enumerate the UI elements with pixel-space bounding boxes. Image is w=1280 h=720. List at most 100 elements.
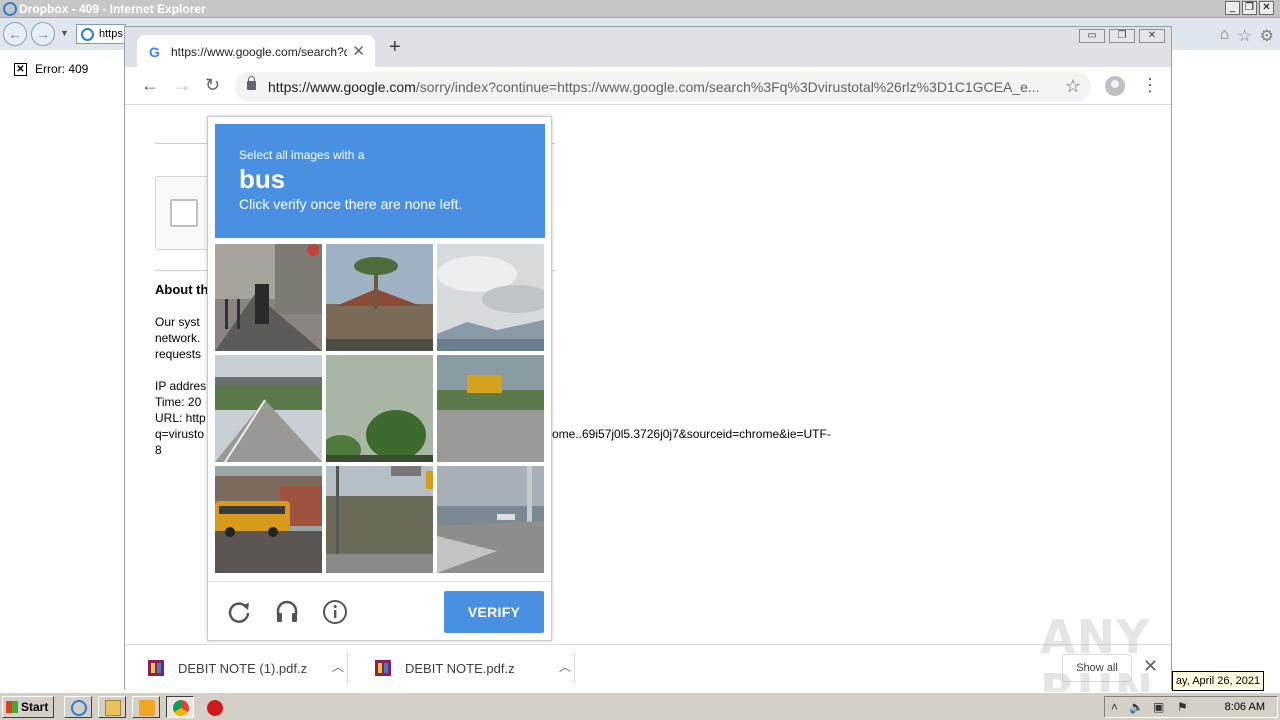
road-bus-image [437, 355, 544, 462]
chrome-close-icon[interactable]: ✕ [1139, 29, 1165, 43]
chrome-window-controls: ▭ ❐ ✕ [1079, 29, 1165, 43]
challenge-tile-7[interactable] [215, 466, 322, 573]
challenge-tile-4[interactable] [215, 355, 322, 462]
challenge-instruction: Select all images with a [239, 148, 365, 162]
restore-icon[interactable]: ❐ [1242, 1, 1257, 15]
favorites-star-icon[interactable]: ☆ [1237, 26, 1251, 46]
tree-sky-image [326, 355, 433, 462]
start-label: Start [21, 700, 49, 714]
chrome-toolbar: ← → ↻ https://www.google.com/sorry/index… [125, 67, 1171, 105]
chevron-up-icon[interactable]: ︿ [332, 658, 344, 675]
tools-gear-icon[interactable]: ⚙ [1260, 26, 1274, 46]
download-shelf: DEBIT NOTE (1).pdf.z ︿ DEBIT NOTE.pdf.z … [125, 644, 1171, 690]
clock: 8:06 AM [1224, 701, 1265, 713]
bookmark-star-icon[interactable]: ☆ [1065, 76, 1081, 97]
chevron-up-icon[interactable]: ︿ [559, 658, 571, 675]
recaptcha-checkbox[interactable] [170, 199, 198, 227]
query-line-end: ome..69i57j0l5.3726j0j7&sourceid=chrome&… [552, 427, 831, 441]
minimize-icon[interactable]: _ [1225, 1, 1240, 15]
google-favicon-icon: G [149, 44, 160, 60]
archive-file-icon [375, 660, 391, 676]
kebab-menu-icon[interactable]: ⋮ [1141, 75, 1159, 95]
challenge-tile-8[interactable] [326, 466, 433, 573]
download-item-1[interactable]: DEBIT NOTE (1).pdf.z ︿ [128, 651, 348, 685]
ie-page-body [0, 50, 124, 690]
query-line-start: q=virusto [155, 427, 205, 441]
close-icon[interactable]: ✕ [1259, 1, 1274, 15]
bridge-road-image [437, 466, 544, 573]
chrome-maximize-icon[interactable]: ❐ [1109, 29, 1135, 43]
ie-back-icon[interactable]: ← [3, 22, 27, 46]
traffic-light-trees-image [326, 466, 433, 573]
para-line-1: Our syst [155, 315, 200, 329]
ie-history-dropdown-icon[interactable]: ▼ [60, 28, 69, 38]
challenge-tile-2[interactable] [326, 244, 433, 351]
challenge-keyword: bus [239, 164, 286, 194]
taskbar-chrome-button[interactable] [166, 696, 194, 718]
ie-error-text: Error: 409 [35, 62, 89, 76]
challenge-tile-6[interactable] [437, 355, 544, 462]
challenge-tile-9[interactable] [437, 466, 544, 573]
flag-icon[interactable]: ⚑ [1177, 700, 1188, 714]
reload-icon[interactable] [226, 599, 252, 625]
taskbar-media-button[interactable] [132, 696, 160, 718]
tab-title: https://www.google.com/search?q= [171, 45, 347, 59]
ie-taskbar-icon [71, 700, 87, 716]
challenge-tile-grid [215, 244, 545, 574]
verify-button[interactable]: VERIFY [444, 591, 544, 633]
volume-icon[interactable]: 🔈 [1129, 700, 1144, 714]
url-line: URL: http [155, 411, 206, 425]
palm-house-image [326, 244, 433, 351]
street-motorcycle-image [215, 244, 322, 351]
tray-expand-icon[interactable]: ˄ [1111, 700, 1118, 714]
query-line-last: 8 [155, 443, 162, 457]
error-icon: ✕ [14, 62, 27, 76]
back-icon[interactable]: ← [141, 75, 159, 95]
windows-flag-icon [6, 701, 18, 713]
challenge-tile-1[interactable] [215, 244, 322, 351]
info-icon[interactable] [322, 599, 348, 625]
ie-window-controls: _ ❐ ✕ [1225, 1, 1274, 15]
new-tab-icon[interactable]: + [389, 37, 401, 57]
archive-file-icon [148, 660, 164, 676]
reload-page-icon[interactable]: ↻ [205, 75, 220, 95]
chrome-tabstrip: G https://www.google.com/search?q= ✕ + ▭… [125, 27, 1171, 67]
omnibox[interactable]: https://www.google.com/sorry/index?conti… [235, 72, 1091, 102]
ie-window-title: Dropbox - 409 - Internet Explorer [19, 2, 206, 16]
lock-icon [247, 76, 256, 90]
profile-avatar-icon[interactable] [1105, 76, 1125, 96]
home-icon[interactable]: ⌂ [1220, 26, 1230, 46]
ip-address-line: IP addres [155, 379, 207, 393]
chrome-icon [173, 700, 189, 716]
tab-google-search[interactable]: G https://www.google.com/search?q= ✕ [137, 35, 375, 67]
taskbar-ie-button[interactable] [64, 696, 92, 718]
media-player-icon [139, 700, 155, 716]
download-item-2[interactable]: DEBIT NOTE.pdf.z ︿ [355, 651, 575, 685]
time-line: Time: 20 [155, 395, 202, 409]
ie-logo-icon [3, 2, 17, 16]
taskbar-explorer-button[interactable] [98, 696, 126, 718]
challenge-tile-5[interactable] [326, 355, 433, 462]
start-button[interactable]: Start [2, 696, 54, 718]
sorry-page: About th Our syst network. requests IP a… [125, 106, 1171, 644]
chrome-minimize-icon[interactable]: ▭ [1079, 29, 1105, 43]
school-bus-image [215, 466, 322, 573]
challenge-footer: VERIFY [208, 581, 551, 641]
sky-mountains-image [437, 244, 544, 351]
url-host: https://www.google.com [268, 79, 416, 95]
highway-overpass-image [215, 355, 322, 462]
download-filename: DEBIT NOTE.pdf.z [405, 661, 515, 676]
taskbar-alert-button[interactable] [200, 696, 228, 718]
para-line-2: network. [155, 331, 201, 345]
recaptcha-challenge: Select all images with a bus Click verif… [207, 116, 552, 641]
ie-titlebar: Dropbox - 409 - Internet Explorer _ ❐ ✕ [0, 0, 1280, 18]
ie-forward-icon[interactable]: → [31, 22, 55, 46]
forward-icon[interactable]: → [173, 75, 191, 95]
challenge-sub-instruction: Click verify once there are none left. [239, 196, 463, 212]
tab-close-icon[interactable]: ✕ [352, 42, 365, 60]
network-icon[interactable]: ▣ [1153, 700, 1164, 714]
audio-icon[interactable] [274, 599, 300, 625]
alert-icon [207, 700, 223, 716]
challenge-tile-3[interactable] [437, 244, 544, 351]
ie-address-bar[interactable]: https [76, 24, 126, 44]
